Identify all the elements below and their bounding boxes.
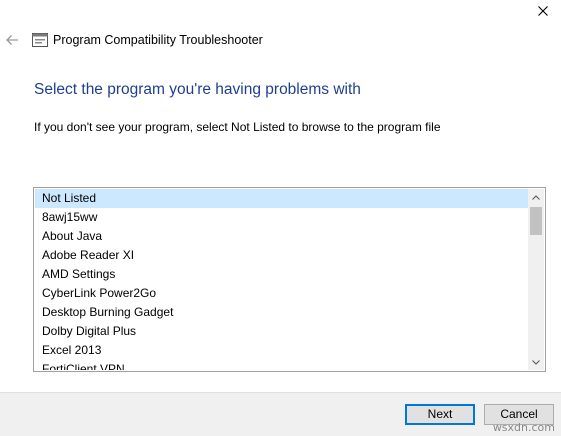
troubleshooter-window-icon xyxy=(32,33,48,47)
program-list-item[interactable]: AMD Settings xyxy=(35,265,528,284)
program-listbox[interactable]: Not Listed 8awj15ww About Java Adobe Reader… xyxy=(33,187,546,372)
window-title: Program Compatibility Troubleshooter xyxy=(53,33,263,47)
program-list-item[interactable]: FortiClient VPN xyxy=(35,360,528,370)
program-list-item[interactable]: About Java xyxy=(35,227,528,246)
program-list-item[interactable]: Dolby Digital Plus xyxy=(35,322,528,341)
program-list-item[interactable]: Not Listed xyxy=(35,189,528,208)
scroll-down-button[interactable] xyxy=(528,354,544,370)
close-icon xyxy=(538,6,548,16)
scroll-up-arrow-icon xyxy=(532,194,540,200)
close-button[interactable] xyxy=(525,0,561,22)
next-button[interactable]: Next xyxy=(405,404,475,425)
instruction-text: If you don't see your program, select No… xyxy=(34,120,441,134)
vertical-scrollbar[interactable] xyxy=(528,189,544,370)
program-list-item[interactable]: Adobe Reader XI xyxy=(35,246,528,265)
program-list-item[interactable]: Excel 2013 xyxy=(35,341,528,360)
footer-bar: Next Cancel wsxdn.com xyxy=(0,392,561,436)
troubleshooter-window: Program Compatibility Troubleshooter Sel… xyxy=(0,0,561,436)
program-list[interactable]: Not Listed 8awj15ww About Java Adobe Reader… xyxy=(35,189,528,370)
scroll-up-button[interactable] xyxy=(528,189,544,205)
watermark-text: wsxdn.com xyxy=(492,421,555,434)
scroll-thumb[interactable] xyxy=(530,207,542,235)
back-button[interactable] xyxy=(2,30,22,50)
back-arrow-icon xyxy=(6,35,18,45)
scroll-down-arrow-icon xyxy=(532,359,540,365)
page-heading: Select the program you're having problem… xyxy=(34,81,361,98)
program-list-item[interactable]: 8awj15ww xyxy=(35,208,528,227)
program-list-item[interactable]: CyberLink Power2Go xyxy=(35,284,528,303)
program-list-item[interactable]: Desktop Burning Gadget xyxy=(35,303,528,322)
